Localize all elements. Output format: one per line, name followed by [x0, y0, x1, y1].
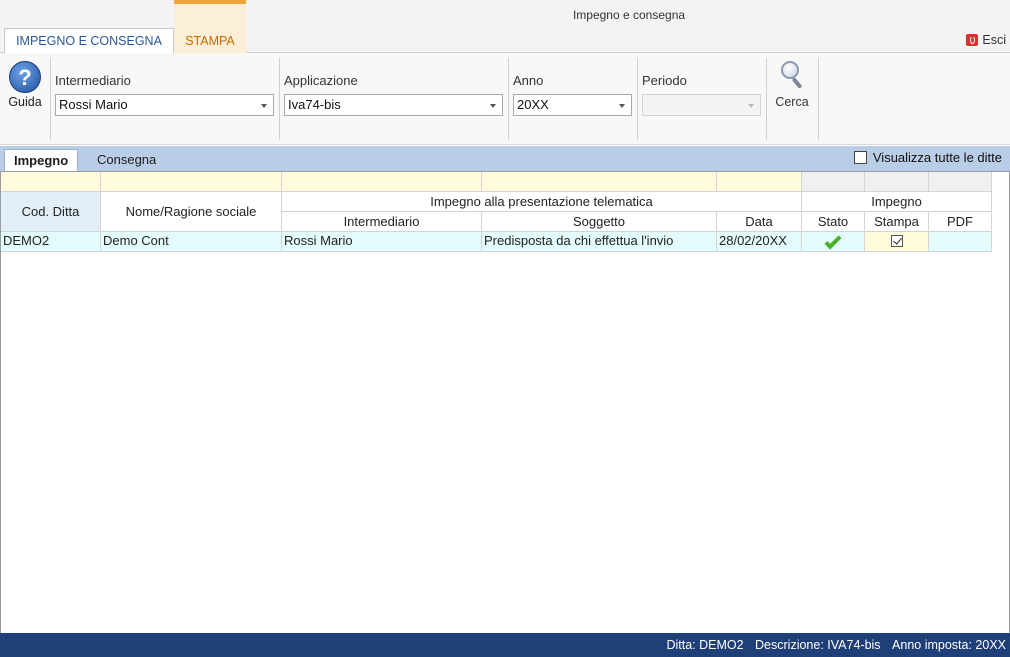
divider	[508, 58, 509, 140]
anno-field: Anno 20XX	[513, 73, 632, 118]
filter-pdf	[929, 172, 992, 192]
cell-data[interactable]: 28/02/20XX	[717, 232, 802, 252]
divider	[766, 58, 767, 140]
filter-intermediario[interactable]	[282, 172, 482, 192]
chevron-down-icon	[490, 104, 496, 108]
cerca-button[interactable]: Cerca	[770, 61, 814, 109]
intermediario-field: Intermediario Rossi Mario	[55, 73, 274, 118]
stampa-checkbox[interactable]	[890, 234, 903, 247]
divider	[50, 58, 51, 140]
ribbon-panel: ? Guida Intermediario Rossi Mario Applic…	[0, 53, 1010, 145]
subtab-consegna[interactable]: Consegna	[88, 149, 165, 171]
divider	[818, 58, 819, 140]
cell-nome[interactable]: Demo Cont	[101, 232, 282, 252]
column-header-cod-ditta[interactable]: Cod. Ditta	[1, 192, 101, 232]
cell-stampa[interactable]	[865, 232, 929, 252]
window-title: Impegno e consegna	[572, 8, 686, 22]
column-group-impegno: Impegno	[802, 192, 992, 212]
visualizza-label: Visualizza tutte le ditte	[872, 150, 1002, 165]
applicazione-select[interactable]: Iva74-bis	[284, 94, 503, 116]
status-anno: Anno imposta: 20XX	[892, 638, 1006, 652]
cell-cod-ditta[interactable]: DEMO2	[1, 232, 101, 252]
anno-label: Anno	[513, 73, 544, 88]
cell-stato[interactable]	[802, 232, 865, 252]
guida-label: Guida	[8, 95, 42, 109]
intermediario-value: Rossi Mario	[59, 97, 128, 112]
anno-value: 20XX	[517, 97, 549, 112]
cell-soggetto[interactable]: Predisposta da chi effettua l'invio	[482, 232, 717, 252]
checkbox-icon[interactable]	[853, 151, 867, 164]
column-header-nome[interactable]: Nome/Ragione sociale	[101, 192, 282, 232]
cell-pdf[interactable]	[929, 232, 992, 252]
search-icon	[779, 61, 805, 93]
filter-soggetto[interactable]	[482, 172, 717, 192]
periodo-select[interactable]	[642, 94, 761, 116]
filter-nome[interactable]	[101, 172, 282, 192]
periodo-label: Periodo	[642, 73, 687, 88]
ribbon-tab-bar: Impegno e consegna IMPEGNO E CONSEGNA ST…	[0, 0, 1010, 54]
column-header-stampa[interactable]: Stampa	[865, 212, 929, 232]
divider	[637, 58, 638, 140]
applicazione-label: Applicazione	[284, 73, 358, 88]
esci-label: Esci	[982, 33, 1006, 47]
visualizza-tutte-checkbox[interactable]: Visualizza tutte le ditte	[853, 150, 1002, 165]
power-icon	[966, 34, 979, 46]
filter-stato	[802, 172, 865, 192]
cerca-label: Cerca	[775, 95, 809, 109]
column-header-soggetto[interactable]: Soggetto	[482, 212, 717, 232]
guida-button[interactable]: ? Guida	[5, 61, 45, 109]
periodo-field: Periodo	[642, 73, 761, 118]
filter-cod-ditta[interactable]	[1, 172, 101, 192]
column-header-stato[interactable]: Stato	[802, 212, 865, 232]
applicazione-field: Applicazione Iva74-bis	[284, 73, 503, 118]
cell-intermediario[interactable]: Rossi Mario	[282, 232, 482, 252]
column-header-pdf[interactable]: PDF	[929, 212, 992, 232]
chevron-down-icon	[261, 104, 267, 108]
esci-button[interactable]: Esci	[966, 33, 1006, 47]
checkmark-icon	[824, 232, 842, 250]
tab-impegno-e-consegna[interactable]: IMPEGNO E CONSEGNA	[4, 28, 174, 54]
applicazione-value: Iva74-bis	[288, 97, 341, 112]
intermediario-label: Intermediario	[55, 73, 131, 88]
filter-data[interactable]	[717, 172, 802, 192]
chevron-down-icon	[748, 104, 754, 108]
anno-select[interactable]: 20XX	[513, 94, 632, 116]
column-group-telematica: Impegno alla presentazione telematica	[282, 192, 802, 212]
column-header-intermediario[interactable]: Intermediario	[282, 212, 482, 232]
chevron-down-icon	[619, 104, 625, 108]
filter-stampa	[865, 172, 929, 192]
status-ditta: Ditta: DEMO2	[666, 638, 744, 652]
status-bar: Ditta: DEMO2 Descrizione: IVA74-bis Anno…	[0, 633, 1010, 657]
data-grid: Cod. Ditta Nome/Ragione sociale Impegno …	[0, 171, 1010, 633]
subtab-impegno[interactable]: Impegno	[4, 149, 79, 171]
column-header-data[interactable]: Data	[717, 212, 802, 232]
help-icon: ?	[9, 61, 41, 93]
tab-stampa[interactable]: STAMPA	[174, 0, 246, 53]
intermediario-select[interactable]: Rossi Mario	[55, 94, 274, 116]
divider	[279, 58, 280, 140]
status-descrizione: Descrizione: IVA74-bis	[755, 638, 881, 652]
